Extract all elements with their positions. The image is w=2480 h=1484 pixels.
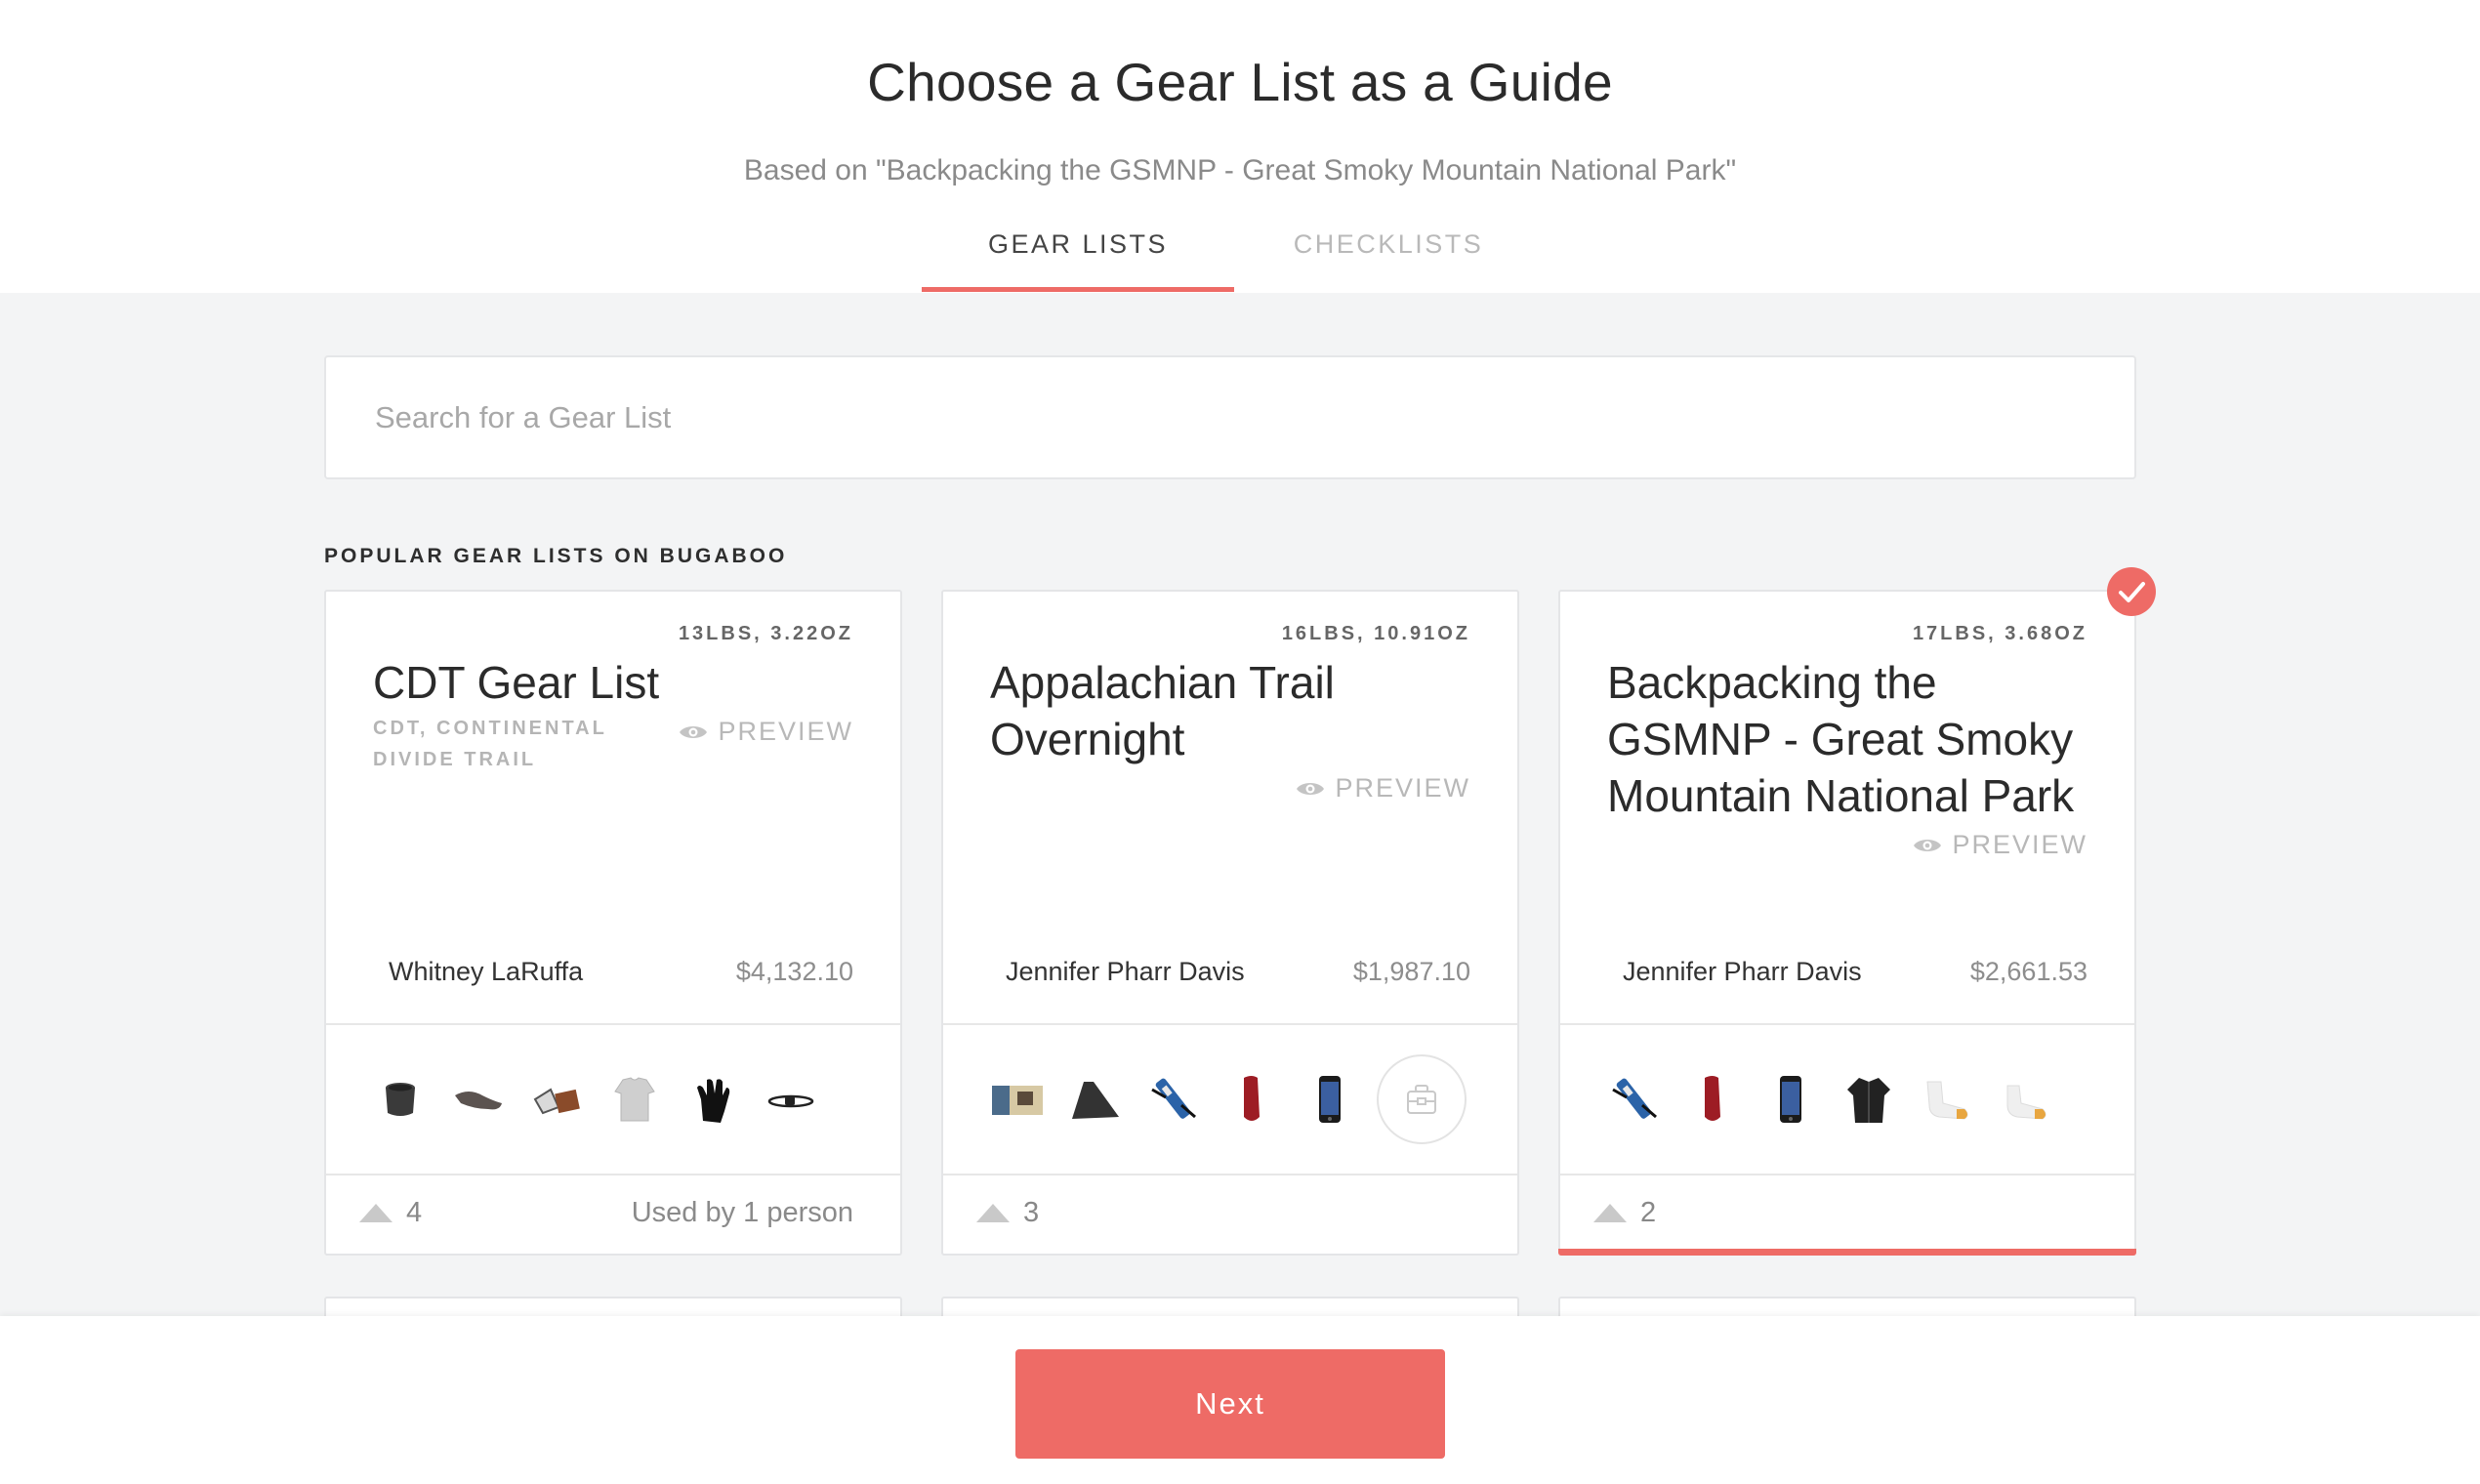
- card-weight: 13LBS, 3.22OZ: [678, 623, 853, 644]
- card-price: $4,132.10: [735, 957, 853, 986]
- next-button[interactable]: Next: [1015, 1349, 1445, 1459]
- gear-list-chooser-page: Choose a Gear List as a Guide Based on "…: [0, 0, 2480, 1484]
- page-subtitle: Based on "Backpacking the GSMNP - Great …: [743, 154, 1737, 186]
- glove-icon: [682, 1068, 744, 1131]
- backpack-icon: [1407, 1085, 1436, 1114]
- divider: [1560, 1023, 2134, 1025]
- saddle-icon: [447, 1068, 510, 1131]
- card-weight: 16LBS, 10.91OZ: [1281, 623, 1470, 644]
- section-heading: POPULAR GEAR LISTS ON BUGABOO: [324, 545, 788, 567]
- gear-item-thumbnails: [986, 1052, 1467, 1146]
- headlamp-icon: [760, 1068, 822, 1131]
- divider: [943, 1023, 1517, 1025]
- vote-control: 3: [976, 1197, 1039, 1229]
- vote-control: 4: [359, 1197, 422, 1229]
- gear-list-card[interactable]: 13LBS, 3.22OZ CDT Gear List CDT, CONTINE…: [324, 590, 902, 1256]
- card-price: $1,987.10: [1352, 957, 1470, 986]
- divider: [326, 1023, 900, 1025]
- divider: [326, 1174, 900, 1175]
- card-title: CDT Gear List: [373, 657, 660, 708]
- card-author: Whitney LaRuffa: [389, 957, 584, 986]
- preview-link[interactable]: PREVIEW: [1913, 830, 2087, 860]
- sleeping-bag-icon: [1681, 1068, 1744, 1131]
- upvote-icon[interactable]: [976, 1204, 1010, 1222]
- sleeping-bag-icon: [1220, 1068, 1283, 1131]
- vote-count: 3: [1023, 1197, 1040, 1228]
- phone-icon: [1299, 1068, 1361, 1131]
- water-filter-icon: [1603, 1068, 1666, 1131]
- jacket-icon: [1838, 1068, 1900, 1131]
- preview-link[interactable]: PREVIEW: [679, 717, 853, 747]
- main-content: POPULAR GEAR LISTS ON BUGABOO 13LBS, 3.2…: [0, 293, 2480, 1336]
- map-icon: [986, 1068, 1049, 1131]
- stuff-sack-icon: [525, 1068, 588, 1131]
- sock-icon: [1994, 1068, 2056, 1131]
- gear-item-thumbnails: [369, 1052, 822, 1146]
- page-header: Choose a Gear List as a Guide Based on "…: [0, 0, 2480, 293]
- gear-list-card[interactable]: 16LBS, 10.91OZ Appalachian Trail Overnig…: [941, 590, 1519, 1256]
- vote-count: 4: [406, 1197, 423, 1228]
- preview-label: PREVIEW: [718, 717, 853, 746]
- checkmark-icon: [2107, 567, 2156, 616]
- vote-control: 2: [1593, 1197, 1656, 1229]
- divider: [1560, 1174, 2134, 1175]
- eye-icon: [1914, 839, 1942, 851]
- water-filter-icon: [1142, 1068, 1205, 1131]
- upvote-icon[interactable]: [1593, 1204, 1627, 1222]
- upvote-icon[interactable]: [359, 1204, 393, 1222]
- preview-link[interactable]: PREVIEW: [1296, 773, 1470, 804]
- card-tags: CDT, CONTINENTAL DIVIDE TRAIL: [373, 718, 607, 770]
- card-title: Backpacking the GSMNP - Great Smoky Moun…: [1607, 657, 2075, 821]
- preview-label: PREVIEW: [1335, 773, 1470, 803]
- vote-count: 2: [1640, 1197, 1657, 1228]
- gear-list-card-selected[interactable]: 17LBS, 3.68OZ Backpacking the GSMNP - Gr…: [1558, 590, 2136, 1256]
- cup-icon: [369, 1068, 432, 1131]
- more-items-button[interactable]: [1377, 1054, 1467, 1144]
- card-weight: 17LBS, 3.68OZ: [1912, 623, 2087, 644]
- usage-count: Used by 1 person: [631, 1197, 853, 1228]
- search-input[interactable]: [324, 355, 2136, 479]
- selected-indicator-bar: [1558, 1249, 2136, 1256]
- card-title: Appalachian Trail Overnight: [990, 657, 1335, 764]
- sock-icon: [1916, 1068, 1978, 1131]
- gear-item-thumbnails: [1603, 1052, 2056, 1146]
- tab-gear-lists[interactable]: GEAR LISTS: [922, 225, 1234, 293]
- card-author: Jennifer Pharr Davis: [1006, 957, 1245, 986]
- card-price: $2,661.53: [1969, 957, 2087, 986]
- sleeping-pad-icon: [1064, 1068, 1127, 1131]
- phone-icon: [1759, 1068, 1822, 1131]
- eye-icon: [1297, 782, 1325, 795]
- page-title: Choose a Gear List as a Guide: [867, 52, 1613, 112]
- active-tab-indicator: [922, 287, 1234, 292]
- card-author: Jennifer Pharr Davis: [1623, 957, 1862, 986]
- tab-checklists[interactable]: CHECKLISTS: [1232, 225, 1545, 293]
- base-layer-shirt-icon: [603, 1068, 666, 1131]
- divider: [943, 1174, 1517, 1175]
- footer-bar: Next: [0, 1316, 2480, 1484]
- eye-icon: [680, 725, 708, 738]
- preview-label: PREVIEW: [1952, 830, 2087, 859]
